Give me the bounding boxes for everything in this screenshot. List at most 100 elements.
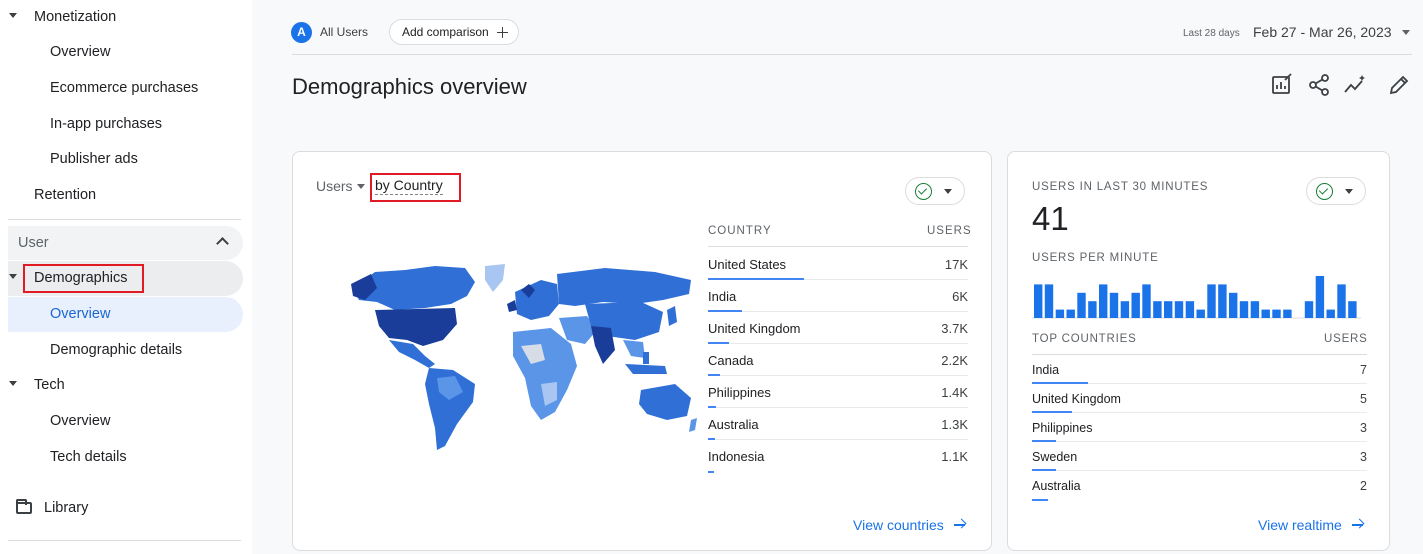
table-row[interactable]: Sweden 3 [1032, 442, 1367, 471]
caret-down-icon[interactable] [1402, 30, 1410, 35]
sidebar-item-label: Tech details [50, 449, 127, 465]
map-region-uk[interactable] [507, 300, 517, 312]
table-row[interactable]: Philippines 3 [1032, 413, 1367, 442]
per-minute-bar[interactable] [1315, 276, 1325, 318]
per-minute-bar[interactable] [1099, 284, 1108, 318]
country-name: India [1032, 363, 1060, 377]
table-row[interactable]: United States 17K [708, 248, 968, 280]
per-minute-bar[interactable] [1337, 284, 1346, 318]
country-users: 7 [1360, 363, 1367, 377]
per-minute-bar[interactable] [1250, 301, 1260, 318]
data-quality-button[interactable] [905, 177, 965, 205]
view-countries-link[interactable]: View countries [853, 517, 966, 533]
table-row[interactable]: United Kingdom 3.7K [708, 312, 968, 344]
per-minute-bar[interactable] [1229, 292, 1238, 318]
date-range-hint: Last 28 days [1183, 28, 1240, 39]
table-row[interactable]: Australia 2 [1032, 471, 1367, 501]
customize-report-icon[interactable] [1270, 73, 1294, 97]
map-region-australia[interactable] [639, 384, 691, 420]
per-minute-bar[interactable] [1131, 292, 1140, 318]
sidebar-item-tech-details[interactable]: Tech details [0, 440, 127, 474]
sidebar-item-retention[interactable]: Retention [0, 178, 96, 212]
sidebar-section-user[interactable]: User [8, 226, 243, 260]
per-minute-bar[interactable] [1239, 301, 1249, 318]
per-minute-bar[interactable] [1218, 284, 1227, 318]
caret-down-icon [9, 274, 17, 279]
table-row[interactable]: United Kingdom 5 [1032, 384, 1367, 413]
metric-selector[interactable]: Users [316, 178, 365, 194]
map-region-india[interactable] [591, 326, 615, 364]
edit-icon[interactable] [1387, 73, 1411, 97]
per-minute-bar[interactable] [1044, 284, 1054, 318]
per-minute-bar[interactable] [1120, 301, 1130, 318]
table-header-row [1032, 327, 1367, 355]
add-comparison-button[interactable]: Add comparison [389, 19, 519, 45]
per-minute-bar[interactable] [1088, 301, 1097, 318]
country-users: 3 [1360, 421, 1367, 435]
per-minute-bar[interactable] [1153, 301, 1162, 318]
table-row[interactable]: India 6K [708, 280, 968, 312]
map-region-japan[interactable] [667, 306, 677, 326]
table-row[interactable]: India 7 [1032, 355, 1367, 384]
per-minute-bar[interactable] [1109, 292, 1119, 318]
map-region-europe[interactable] [515, 280, 559, 320]
sidebar-item-in-app-purchases[interactable]: In-app purchases [0, 107, 162, 141]
country-name: Sweden [1032, 450, 1078, 464]
caret-down-icon [9, 381, 17, 386]
per-minute-bar[interactable] [1196, 309, 1205, 318]
per-minute-bar[interactable] [1142, 284, 1151, 318]
per-minute-bar[interactable] [1185, 301, 1195, 318]
sidebar-item-tech-overview[interactable]: Overview [0, 404, 110, 438]
sidebar-item-demographic-details[interactable]: Demographic details [0, 333, 182, 367]
table-header-row [708, 216, 968, 247]
data-quality-button[interactable] [1306, 177, 1366, 205]
sidebar-item-monetization[interactable]: Monetization [0, 0, 116, 34]
sidebar-item-demographics-overview[interactable]: Overview [0, 297, 110, 331]
per-minute-bar[interactable] [1304, 301, 1314, 318]
table-row[interactable]: Canada 2.2K [708, 344, 968, 376]
map-region-africa[interactable] [513, 328, 577, 420]
per-minute-bar[interactable] [1272, 309, 1281, 318]
per-minute-bar[interactable] [1348, 301, 1357, 318]
sidebar-item-label: Overview [50, 44, 111, 60]
sidebar-item-library[interactable]: Library [16, 496, 88, 520]
world-map[interactable] [345, 260, 699, 455]
sidebar-item-publisher-ads[interactable]: Publisher ads [0, 142, 138, 176]
sidebar-item-ecommerce-purchases[interactable]: Ecommerce purchases [0, 71, 198, 105]
per-minute-bar[interactable] [1174, 301, 1184, 318]
sidebar-item-label: Publisher ads [50, 151, 138, 167]
per-minute-bar[interactable] [1207, 284, 1216, 318]
sidebar-item-label: Overview [50, 413, 111, 429]
sidebar-item-monetization-overview[interactable]: Overview [0, 35, 110, 69]
table-row[interactable]: Indonesia 1.1K [708, 440, 968, 473]
sidebar-item-tech[interactable]: Tech [0, 368, 65, 402]
users-per-minute-chart[interactable] [1032, 270, 1367, 320]
segment-chip-all-users[interactable]: A All Users [291, 20, 368, 44]
highlight-annotation [23, 264, 144, 293]
per-minute-bar[interactable] [1066, 309, 1075, 318]
date-range-picker[interactable]: Feb 27 - Mar 26, 2023 [1253, 24, 1392, 40]
map-region-new-zealand[interactable] [689, 418, 697, 432]
share-icon[interactable] [1307, 73, 1331, 97]
table-row[interactable]: Philippines 1.4K [708, 376, 968, 408]
chevron-up-icon [216, 237, 229, 250]
table-row[interactable]: Australia 1.3K [708, 408, 968, 440]
map-region-russia[interactable] [557, 268, 691, 306]
insights-icon[interactable] [1343, 73, 1367, 97]
per-minute-bar[interactable] [1034, 284, 1043, 318]
map-region-indonesia[interactable] [625, 364, 667, 374]
per-minute-bar[interactable] [1283, 309, 1292, 318]
caret-down-icon [9, 13, 17, 18]
per-minute-bar[interactable] [1261, 309, 1270, 318]
per-minute-bar[interactable] [1077, 292, 1086, 318]
map-region-greenland[interactable] [485, 264, 505, 292]
map-region-southeast-asia[interactable] [623, 340, 645, 358]
per-minute-bar[interactable] [1055, 309, 1065, 318]
per-minute-bar[interactable] [1164, 301, 1173, 318]
map-region-philippines[interactable] [643, 352, 649, 364]
view-realtime-link[interactable]: View realtime [1258, 517, 1364, 533]
realtime-users-count: 41 [1032, 200, 1069, 237]
add-comparison-label: Add comparison [402, 25, 489, 39]
map-region-usa[interactable] [375, 308, 457, 346]
per-minute-bar[interactable] [1326, 309, 1335, 318]
